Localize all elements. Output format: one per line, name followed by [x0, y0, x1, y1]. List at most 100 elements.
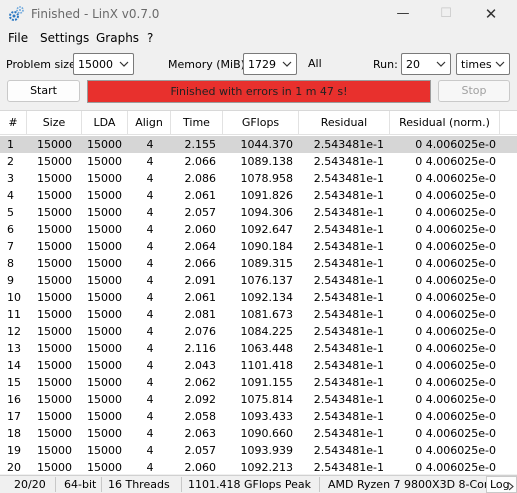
column-header-align[interactable]: Align [128, 111, 171, 135]
cell-size: 15000 [37, 444, 72, 457]
table-row[interactable]: 14 15000 15000 4 2.043 1101.418 2.543481e-1 0 4… [0, 357, 517, 374]
column-header-lda[interactable]: LDA [82, 111, 128, 135]
cell-align: 4 [146, 308, 154, 321]
cell-time: 2.060 [184, 223, 217, 236]
window-title: Finished - LinX v0.7.0 [31, 7, 160, 21]
table-row[interactable]: 20 15000 15000 4 2.060 1092.213 2.543481e-1 0 4… [0, 459, 517, 474]
column-header-time[interactable]: Time [171, 111, 223, 135]
cell-residual-norm: 0 4.006025e-0 [415, 274, 496, 287]
table-row[interactable]: 5 15000 15000 4 2.057 1094.306 2.543481e-1 0 4.… [0, 204, 517, 221]
cell-gflops: 1092.134 [240, 291, 294, 304]
cell-lda: 15000 [87, 206, 122, 219]
column-header-size[interactable]: Size [27, 111, 82, 135]
cell-lda: 15000 [87, 308, 122, 321]
table-row[interactable]: 8 15000 15000 4 2.066 1089.315 2.543481e-1 0 4.… [0, 255, 517, 272]
column-header-gflops[interactable]: GFlops [223, 111, 299, 135]
table-row[interactable]: 11 15000 15000 4 2.081 1081.673 2.543481e-1 0 4… [0, 306, 517, 323]
cell-lda: 15000 [87, 155, 122, 168]
table-row[interactable]: 3 15000 15000 4 2.086 1078.958 2.543481e-1 0 4.… [0, 170, 517, 187]
cell-lda: 15000 [87, 359, 122, 372]
cell-size: 15000 [37, 172, 72, 185]
cell-align: 4 [146, 257, 154, 270]
table-row[interactable]: 19 15000 15000 4 2.057 1093.939 2.543481e-1 0 4… [0, 442, 517, 459]
cell-time: 2.061 [184, 291, 217, 304]
results-table[interactable]: # Size LDA Align Time GFlops Residual Re… [0, 110, 517, 474]
maximize-button[interactable]: ☐ [433, 4, 459, 24]
table-row[interactable]: 15 15000 15000 4 2.062 1091.155 2.543481e-1 0 4… [0, 374, 517, 391]
cell-residual: 2.543481e-1 [313, 172, 384, 185]
cell-align: 4 [146, 206, 154, 219]
cell-size: 15000 [37, 461, 72, 474]
menu-settings[interactable]: Settings [40, 31, 89, 45]
cell-index: 15 [7, 376, 21, 389]
cell-time: 2.066 [184, 257, 217, 270]
menu-graphs[interactable]: Graphs [96, 31, 139, 45]
cell-time: 2.081 [184, 308, 217, 321]
cell-size: 15000 [37, 189, 72, 202]
cell-residual: 2.543481e-1 [313, 410, 384, 423]
cell-index: 18 [7, 427, 21, 440]
memory-select[interactable]: 1729 [243, 53, 297, 75]
table-row[interactable]: 2 15000 15000 4 2.066 1089.138 2.543481e-1 0 4.… [0, 153, 517, 170]
close-button[interactable]: ✕ [478, 4, 504, 24]
cell-index: 19 [7, 444, 21, 457]
chevron-down-icon [282, 59, 292, 69]
chevron-down-icon [436, 59, 446, 69]
table-row[interactable]: 1 15000 15000 4 2.155 1044.370 2.543481e-1 0 4.… [0, 136, 517, 153]
cell-gflops: 1089.138 [240, 155, 294, 168]
cell-residual: 2.543481e-1 [313, 427, 384, 440]
menu-file[interactable]: File [8, 31, 28, 45]
cell-lda: 15000 [87, 223, 122, 236]
cell-residual: 2.543481e-1 [313, 240, 384, 253]
table-row[interactable]: 13 15000 15000 4 2.116 1063.448 2.543481e-1 0 4… [0, 340, 517, 357]
status-threads: 16 Threads [108, 478, 170, 491]
cell-index: 1 [7, 138, 14, 151]
cell-gflops: 1089.315 [240, 257, 294, 270]
cell-size: 15000 [37, 308, 72, 321]
cell-lda: 15000 [87, 240, 122, 253]
table-row[interactable]: 17 15000 15000 4 2.058 1093.433 2.543481e-1 0 4… [0, 408, 517, 425]
menu-help[interactable]: ? [147, 31, 153, 45]
column-header-index[interactable]: # [0, 111, 27, 135]
cell-time: 2.066 [184, 155, 217, 168]
column-header-residual[interactable]: Residual [299, 111, 390, 135]
cell-size: 15000 [37, 376, 72, 389]
status-cpu: AMD Ryzen 7 9800X3D 8-Core [328, 478, 495, 491]
table-row[interactable]: 12 15000 15000 4 2.076 1084.225 2.543481e-1 0 4… [0, 323, 517, 340]
table-row[interactable]: 7 15000 15000 4 2.064 1090.184 2.543481e-1 0 4.… [0, 238, 517, 255]
cell-time: 2.086 [184, 172, 217, 185]
run-count-select[interactable]: 20 [401, 53, 451, 75]
cell-gflops: 1078.958 [240, 172, 294, 185]
cell-residual-norm: 0 4.006025e-0 [415, 342, 496, 355]
stop-button[interactable]: Stop [438, 80, 510, 102]
cell-residual: 2.543481e-1 [313, 291, 384, 304]
table-row[interactable]: 10 15000 15000 4 2.061 1092.134 2.543481e-1 0 4… [0, 289, 517, 306]
table-row[interactable]: 4 15000 15000 4 2.061 1091.826 2.543481e-1 0 4.… [0, 187, 517, 204]
progress-bar: Finished with errors in 1 m 47 s! [87, 80, 431, 103]
log-button[interactable]: Log [486, 476, 517, 493]
cell-align: 4 [146, 189, 154, 202]
status-divider [55, 477, 56, 492]
cell-index: 10 [7, 291, 21, 304]
cell-size: 15000 [37, 240, 72, 253]
cell-align: 4 [146, 393, 154, 406]
all-memory-toggle[interactable]: All [308, 57, 322, 70]
minimize-button[interactable]: — [390, 4, 416, 24]
cell-align: 4 [146, 444, 154, 457]
table-row[interactable]: 18 15000 15000 4 2.063 1090.660 2.543481e-1 0 4… [0, 425, 517, 442]
cell-time: 2.061 [184, 189, 217, 202]
run-unit-select[interactable]: times [456, 53, 510, 75]
start-button[interactable]: Start [7, 80, 80, 102]
column-header-residual-norm[interactable]: Residual (norm.) [390, 111, 500, 135]
cell-residual: 2.543481e-1 [313, 461, 384, 474]
table-row[interactable]: 16 15000 15000 4 2.092 1075.814 2.543481e-1 0 4… [0, 391, 517, 408]
cell-residual-norm: 0 4.006025e-0 [415, 376, 496, 389]
problem-size-select[interactable]: 15000 [73, 53, 134, 75]
table-row[interactable]: 9 15000 15000 4 2.091 1076.137 2.543481e-1 0 4.… [0, 272, 517, 289]
status-divider [181, 477, 182, 492]
cell-index: 14 [7, 359, 21, 372]
cell-lda: 15000 [87, 461, 122, 474]
cell-size: 15000 [37, 393, 72, 406]
table-row[interactable]: 6 15000 15000 4 2.060 1092.647 2.543481e-1 0 4.… [0, 221, 517, 238]
memory-value: 1729 [248, 58, 276, 71]
